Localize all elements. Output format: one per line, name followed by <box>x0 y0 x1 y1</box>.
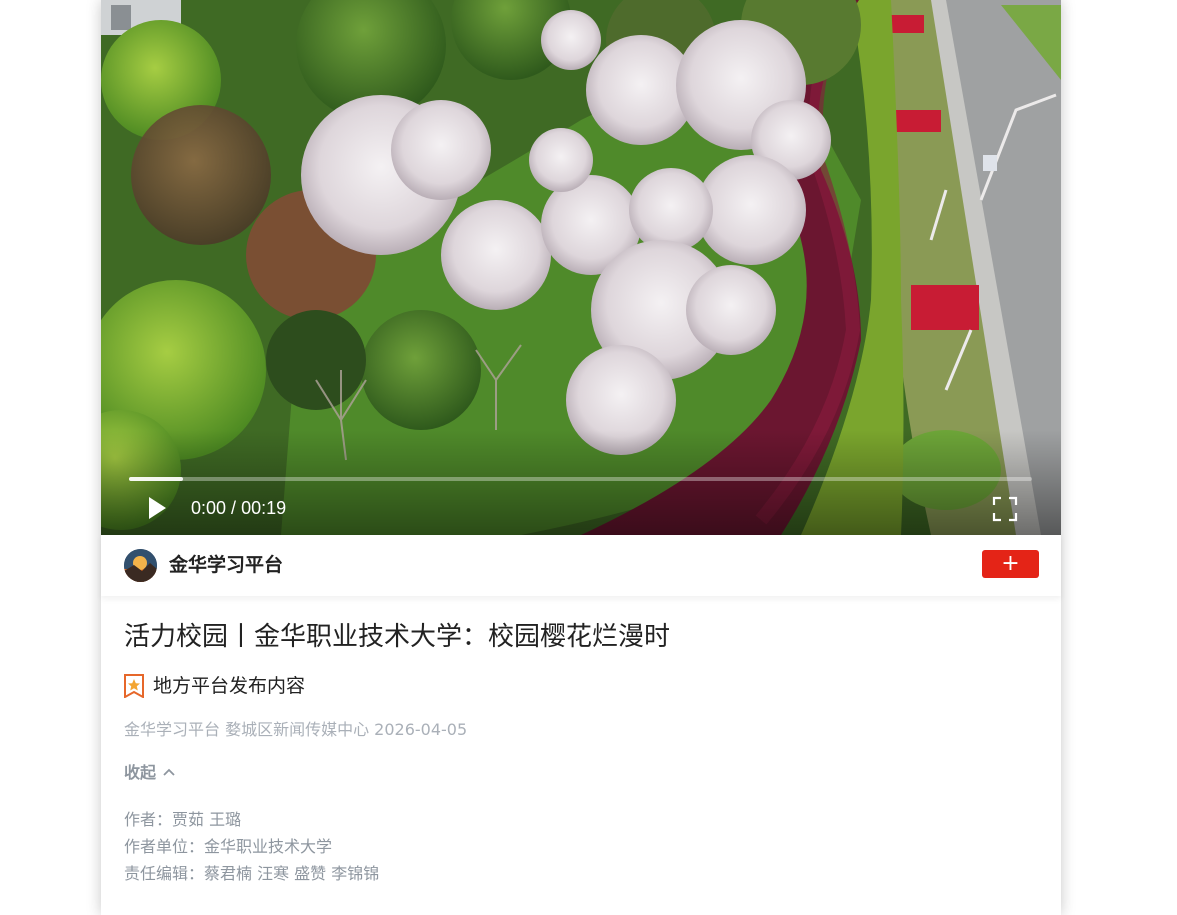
play-icon[interactable] <box>145 495 169 521</box>
fullscreen-icon[interactable] <box>992 496 1018 522</box>
badge-text: 地方平台发布内容 <box>153 675 306 697</box>
video-progress-fill <box>129 477 184 481</box>
follow-button[interactable]: + <box>982 550 1039 578</box>
avatar[interactable] <box>124 549 157 582</box>
channel-name[interactable]: 金华学习平台 <box>169 552 283 578</box>
article-meta: 金华学习平台 婺城区新闻传媒中心 2026-04-05 <box>124 720 468 739</box>
video-progress-bar[interactable] <box>129 477 1032 481</box>
credit-author-unit: 作者单位：金华职业技术大学 <box>124 837 333 856</box>
time-current: 0:00 <box>191 498 227 518</box>
collapse-button[interactable]: 收起 <box>124 761 176 785</box>
article-credits: 作者：贾茹 王璐 作者单位：金华职业技术大学 责任编辑：蔡君楠 汪寒 盛赞 李锦… <box>124 806 379 887</box>
video-time: 0:00 / 00:19 <box>191 496 286 520</box>
video-player[interactable]: 0:00 / 00:19 <box>101 0 1061 535</box>
article-page: 0:00 / 00:19 金华学习平台 + 活力校园丨金华职业技术大学：校园樱花… <box>101 0 1061 915</box>
video-frame <box>101 0 1061 535</box>
article-title: 活力校园丨金华职业技术大学：校园樱花烂漫时 <box>124 622 671 652</box>
time-separator: / <box>226 498 242 518</box>
credit-editors: 责任编辑：蔡君楠 汪寒 盛赞 李锦锦 <box>124 864 380 883</box>
channel-bar: 金华学习平台 + <box>101 535 1061 596</box>
credit-author: 作者：贾茹 王璐 <box>124 810 242 829</box>
chevron-up-icon <box>163 768 175 776</box>
collapse-label: 收起 <box>124 763 157 782</box>
star-badge-icon <box>124 674 144 699</box>
time-total: 00:19 <box>241 498 287 518</box>
